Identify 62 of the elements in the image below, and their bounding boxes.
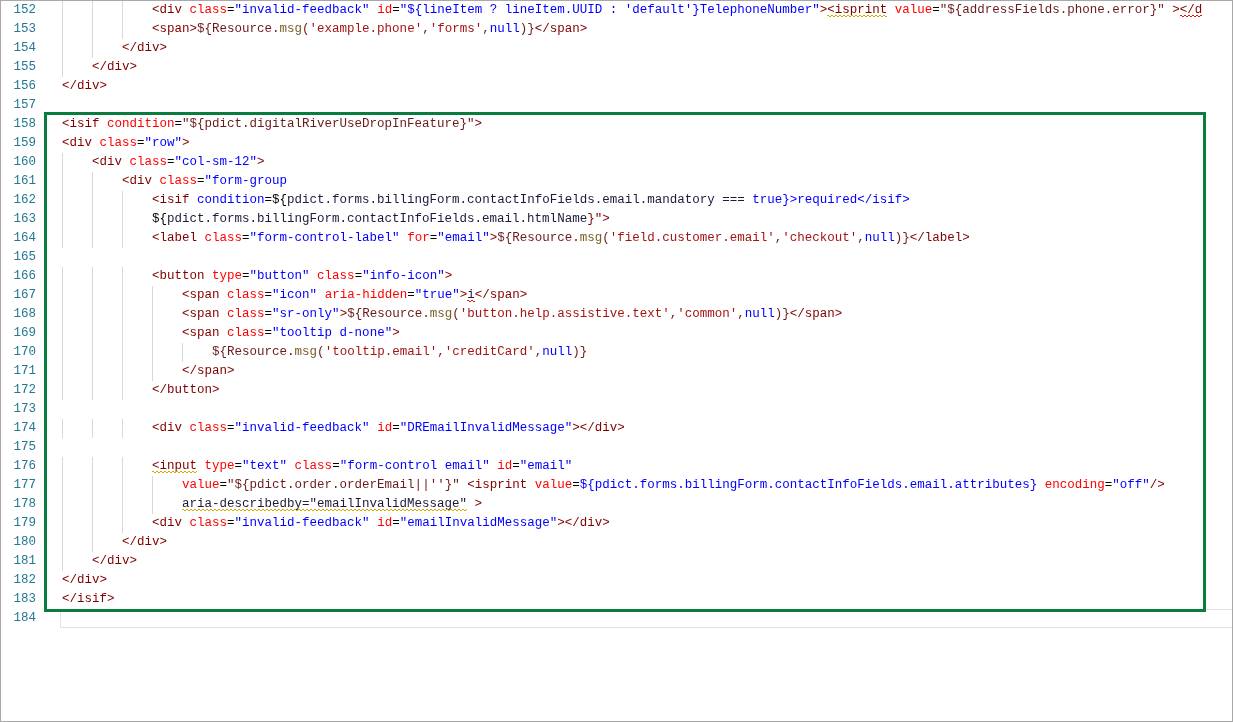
line-number: 183 xyxy=(12,591,37,608)
line-number: 175 xyxy=(12,439,37,456)
code-line: </div> xyxy=(62,572,107,589)
code-line: <div class="invalid-feedback" id="${lineItem ? lineItem.UUID : 'default'}TelephoneNumber"><isprint value="${addressFields.phone.error}" ></d xyxy=(62,1,1203,20)
line-number: 159 xyxy=(12,135,37,152)
code-line: <button type="button" class="info-icon"> xyxy=(62,267,453,286)
code-line: <div class="row"> xyxy=(62,135,190,152)
code-line: <isif condition="${pdict.digitalRiverUseDropInFeature}"> xyxy=(62,116,483,133)
line-number: 179 xyxy=(12,515,37,532)
line-number: 165 xyxy=(12,249,37,266)
line-number: 168 xyxy=(12,306,37,323)
code-line: </isif> xyxy=(62,591,115,608)
line-number: 167 xyxy=(12,287,37,304)
code-line: </button> xyxy=(62,381,220,400)
line-number: 169 xyxy=(12,325,37,342)
code-line: <input type="text" class="form-control email" id="email" xyxy=(62,457,573,476)
line-number: 173 xyxy=(12,401,37,418)
code-line: </div> xyxy=(62,39,168,58)
code-line: ${Resource.msg('tooltip.email','creditCard',null)} xyxy=(62,343,588,362)
line-number: 156 xyxy=(12,78,37,95)
code-line: <div class="invalid-feedback" id="emailInvalidMessage"></div> xyxy=(62,514,610,533)
code-line: aria-describedby="emailInvalidMessage" > xyxy=(62,495,483,514)
code-line: </div> xyxy=(62,552,138,571)
line-number: 182 xyxy=(12,572,37,589)
code-line: <span class="icon" aria-hidden="true">i</span> xyxy=(62,286,528,305)
line-number: 181 xyxy=(12,553,37,570)
code-line: <span>${Resource.msg('example.phone','forms',null)}</span> xyxy=(62,20,588,39)
line-number: 153 xyxy=(12,21,37,38)
code-editor[interactable] xyxy=(0,0,1233,722)
line-number: 152 xyxy=(12,2,37,19)
line-number: 161 xyxy=(12,173,37,190)
line-number: 160 xyxy=(12,154,37,171)
line-number: 174 xyxy=(12,420,37,437)
code-line: </div> xyxy=(62,58,138,77)
line-number: 171 xyxy=(12,363,37,380)
line-number: 172 xyxy=(12,382,37,399)
line-number: 164 xyxy=(12,230,37,247)
line-number: 154 xyxy=(12,40,37,57)
code-line: <div class="col-sm-12"> xyxy=(62,153,265,172)
code-line: </div> xyxy=(62,78,107,95)
line-number: 163 xyxy=(12,211,37,228)
line-number: 178 xyxy=(12,496,37,513)
code-line: ${pdict.forms.billingForm.contactInfoFields.email.htmlName}"> xyxy=(62,210,610,229)
code-line: </span> xyxy=(62,362,235,381)
line-number: 170 xyxy=(12,344,37,361)
line-number: 184 xyxy=(12,610,37,627)
code-line: </div> xyxy=(62,533,168,552)
code-line: <isif condition=${pdict.forms.billingForm.contactInfoFields.email.mandatory === true}>required</isif> xyxy=(62,191,910,210)
line-number: 177 xyxy=(12,477,37,494)
line-number: 176 xyxy=(12,458,37,475)
code-line: <span class="tooltip d-none"> xyxy=(62,324,400,343)
line-number: 158 xyxy=(12,116,37,133)
line-number: 155 xyxy=(12,59,37,76)
line-number: 166 xyxy=(12,268,37,285)
line-number: 180 xyxy=(12,534,37,551)
code-line: <div class="form-group xyxy=(62,172,288,191)
code-line: value="${pdict.order.orderEmail||''}" <isprint value=${pdict.forms.billingForm.contactInfoFields.email.attributes} encoding="off"/> xyxy=(62,476,1165,495)
line-number: 162 xyxy=(12,192,37,209)
code-line: <div class="invalid-feedback" id="DREmailInvalidMessage"></div> xyxy=(62,419,625,438)
line-number: 157 xyxy=(12,97,37,114)
code-line: <label class="form-control-label" for="email">${Resource.msg('field.customer.email','checkout',null)}</label> xyxy=(62,229,970,248)
code-line: <span class="sr-only">${Resource.msg('button.help.assistive.text','common',null)}</span> xyxy=(62,305,843,324)
